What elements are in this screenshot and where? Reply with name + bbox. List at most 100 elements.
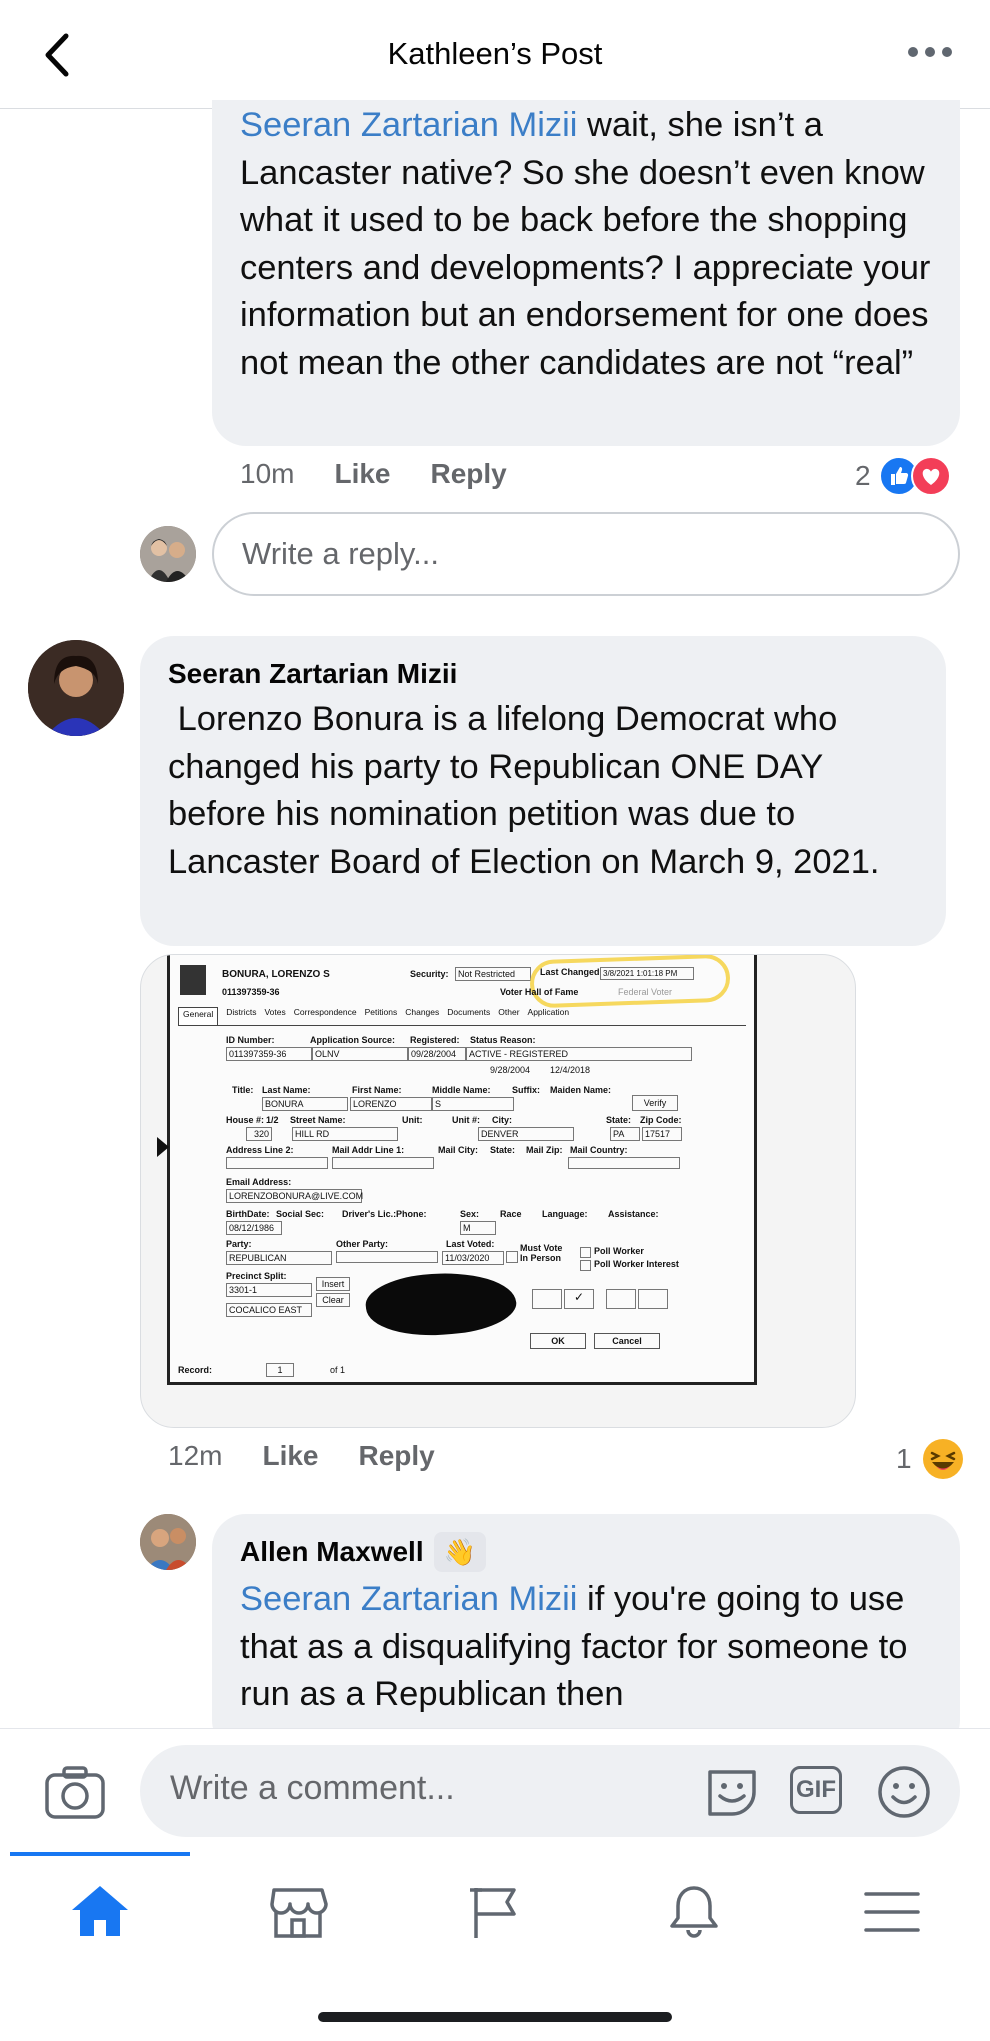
home-icon[interactable]: [68, 1880, 132, 1944]
reaction-count: 1: [896, 1443, 912, 1474]
status-date-1: 9/28/2004: [490, 1065, 531, 1075]
house-field: 320: [246, 1127, 272, 1141]
security-label: Security:: [410, 969, 449, 979]
new-member-badge-icon: 👋: [433, 1532, 486, 1572]
zip-field: 17517: [642, 1127, 682, 1141]
id-number-field: 011397359-36: [226, 1047, 312, 1061]
comment-bubble: Seeran Zartarian Mizii Lorenzo Bonura is…: [140, 636, 946, 946]
birthdate-label: BirthDate:: [226, 1209, 270, 1219]
mail-country-label: Mail Country:: [570, 1145, 628, 1155]
record-label: Record:: [178, 1365, 213, 1375]
id-number-label: ID Number:: [226, 1035, 275, 1045]
current-user-avatar: [140, 526, 196, 582]
marketplace-icon[interactable]: [266, 1880, 330, 1944]
last-name-field: BONURA: [262, 1097, 348, 1111]
house-label: House #:: [226, 1115, 265, 1125]
application-source-label: Application Source:: [310, 1035, 396, 1045]
pages-flag-icon[interactable]: [464, 1880, 528, 1944]
application-source-field: OLNV: [312, 1047, 408, 1061]
sticker-icon[interactable]: [702, 1762, 762, 1822]
title-label: Title:: [232, 1085, 254, 1095]
commenter-avatar[interactable]: [28, 640, 124, 736]
mention-link[interactable]: Seeran Zartarian Mizii: [240, 1580, 577, 1618]
highlight-mark: [529, 955, 731, 1009]
mail-address-label: Mail Addr Line 1:: [332, 1145, 405, 1155]
reply-link[interactable]: Reply: [431, 458, 507, 490]
poll-worker-interest-checkbox: [580, 1260, 591, 1271]
mail-address-field: [332, 1157, 434, 1169]
record-tab: General: [178, 1007, 219, 1025]
street-label: Street Name:: [290, 1115, 346, 1125]
record-tab: Other: [498, 1007, 520, 1017]
comment-bubble: Allen Maxwell 👋 Seeran Zartarian Mizii i…: [212, 1514, 960, 1754]
record-heading: BONURA, LORENZO S: [222, 969, 330, 980]
comment-author-row: Allen Maxwell 👋: [240, 1532, 932, 1572]
maiden-name-label: Maiden Name:: [550, 1085, 612, 1095]
first-name-label: First Name:: [352, 1085, 402, 1095]
cancel-button: Cancel: [594, 1333, 660, 1349]
notifications-bell-icon[interactable]: [662, 1880, 726, 1944]
state-field: PA: [610, 1127, 640, 1141]
comment-meta: 12m Like Reply: [168, 1440, 435, 1472]
party-label: Party:: [226, 1239, 252, 1249]
comment-author[interactable]: Allen Maxwell: [240, 1532, 424, 1572]
comment-placeholder: Write a comment...: [170, 1769, 455, 1807]
middle-name-field: S: [432, 1097, 514, 1111]
reply-link[interactable]: Reply: [359, 1440, 435, 1472]
comment-author[interactable]: Seeran Zartarian Mizii: [168, 654, 918, 694]
precinct-name-field: COCALICO EAST: [226, 1303, 312, 1317]
reaction-summary[interactable]: 1: [896, 1438, 964, 1480]
city-label: City:: [492, 1115, 512, 1125]
half-label: 1/2: [266, 1115, 279, 1125]
comment-time: 12m: [168, 1440, 223, 1471]
like-link[interactable]: Like: [262, 1440, 318, 1472]
reply-time: 10m: [240, 458, 295, 489]
mention-link[interactable]: Seeran Zartarian Mizii: [240, 106, 577, 144]
insert-button: Insert: [316, 1277, 350, 1291]
other-party-label: Other Party:: [336, 1239, 389, 1249]
precinct-label: Precinct Split:: [226, 1271, 287, 1281]
last-voted-field: 11/03/2020: [442, 1251, 504, 1265]
active-tab-indicator: [10, 1852, 190, 1856]
reply-bubble: Seeran Zartarian Mizii wait, she isn’t a…: [212, 100, 960, 446]
redaction-mark: [363, 1265, 519, 1343]
gif-button[interactable]: GIF: [790, 1766, 842, 1814]
menu-icon[interactable]: [860, 1880, 924, 1944]
registered-label: Registered:: [410, 1035, 460, 1045]
reply-text: Seeran Zartarian Mizii wait, she isn’t a…: [240, 106, 931, 382]
haha-reaction-icon: [922, 1439, 963, 1479]
camera-icon[interactable]: [44, 1764, 106, 1820]
status-label: Status Reason:: [470, 1035, 536, 1045]
emoji-icon[interactable]: [876, 1764, 932, 1820]
first-name-field: LORENZO: [350, 1097, 432, 1111]
ok-button: OK: [530, 1333, 586, 1349]
suffix-label: Suffix:: [512, 1085, 540, 1095]
more-options-icon[interactable]: [908, 40, 954, 64]
security-value: Not Restricted: [455, 967, 531, 981]
gif-label: GIF: [796, 1776, 836, 1803]
comment-text: Lorenzo Bonura is a lifelong Democrat wh…: [168, 700, 880, 881]
page-title: Kathleen’s Post: [387, 36, 603, 71]
like-link[interactable]: Like: [334, 458, 390, 490]
sex-label: Sex:: [460, 1209, 480, 1219]
record-number: 1: [266, 1363, 294, 1377]
must-vote-checkbox: [506, 1251, 518, 1263]
must-vote-label: Must Vote In Person: [520, 1243, 563, 1263]
precinct-field: 3301-1: [226, 1283, 312, 1297]
poll-worker-label: Poll Worker: [594, 1246, 644, 1256]
last-voted-label: Last Voted:: [446, 1239, 495, 1249]
commenter-avatar[interactable]: [140, 1514, 196, 1570]
poll-worker-interest-label: Poll Worker Interest: [594, 1259, 679, 1269]
toolbar-button: [532, 1289, 562, 1309]
reply-input[interactable]: Write a reply...: [212, 512, 960, 596]
zip-label: Zip Code:: [640, 1115, 682, 1125]
record-tabs: General Districts Votes Correspondence P…: [178, 1007, 746, 1026]
clear-button: Clear: [316, 1293, 350, 1307]
unit-number-label: Unit #:: [452, 1115, 480, 1125]
comment-text: Seeran Zartarian Mizii if you're going t…: [240, 1580, 908, 1713]
attached-image[interactable]: BONURA, LORENZO S 011397359-36 Security:…: [140, 954, 856, 1428]
race-label: Race: [500, 1209, 522, 1219]
reaction-summary[interactable]: 2: [855, 456, 951, 496]
love-reaction-icon: [910, 456, 951, 496]
print-icon: [638, 1289, 668, 1309]
